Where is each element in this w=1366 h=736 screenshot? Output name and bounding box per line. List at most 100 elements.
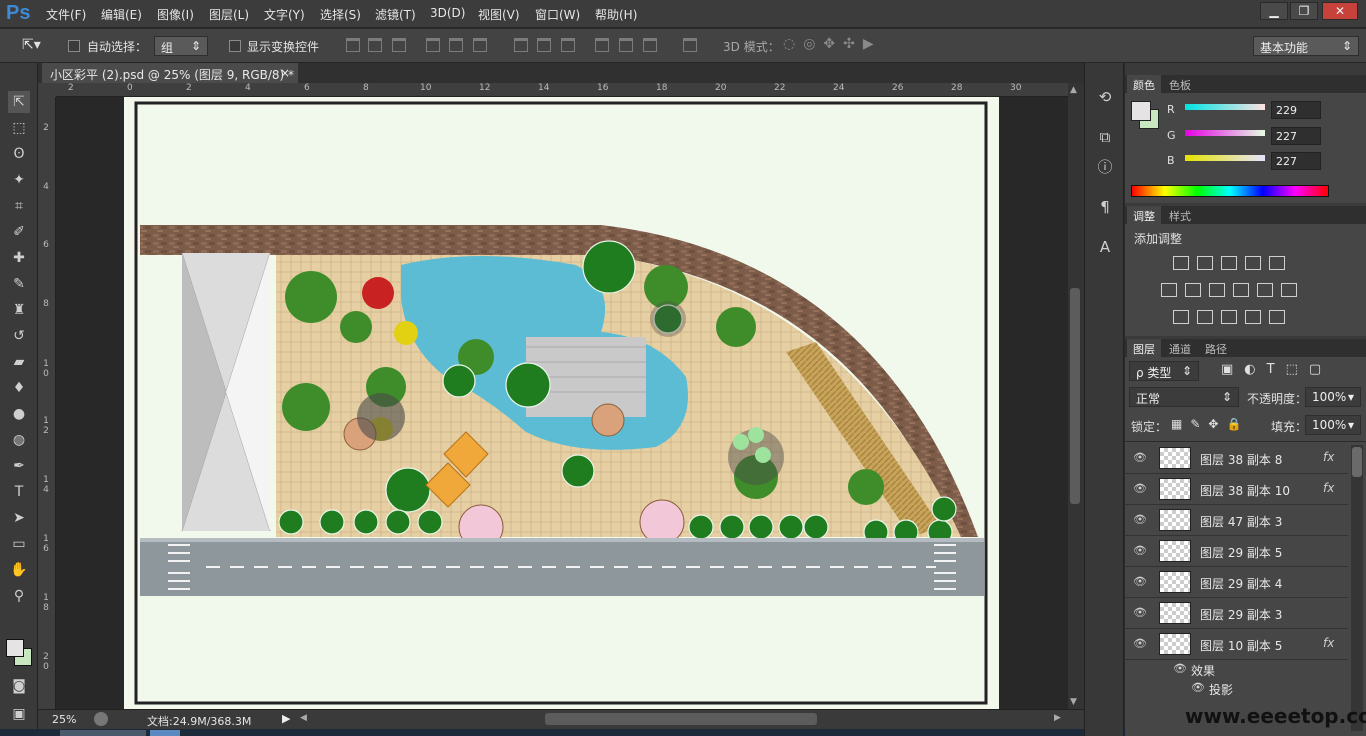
layer-fx-icon[interactable]: fx [1323, 450, 1334, 464]
tab-color[interactable]: 颜色 [1127, 75, 1161, 93]
adjustment-icon[interactable] [1269, 256, 1285, 270]
menu-item-3[interactable]: 图层(L) [209, 6, 249, 23]
layer-fx-icon[interactable]: fx [1323, 636, 1334, 650]
layer-row[interactable]: 👁 图层 47 副本 3 [1125, 505, 1348, 536]
history-icon[interactable]: ⟲ [1095, 87, 1115, 107]
horizontal-scroll-thumb[interactable] [545, 713, 817, 725]
align-icon[interactable] [392, 38, 406, 52]
channel-r-slider[interactable] [1185, 104, 1265, 110]
scroll-left-icon[interactable]: ◀ [300, 713, 307, 723]
status-info-icon[interactable] [94, 712, 108, 726]
opacity-input[interactable]: 100% ▾ [1305, 387, 1361, 407]
adjustment-icon[interactable] [1197, 310, 1213, 324]
effect-eye-icon[interactable]: 👁 [1191, 681, 1205, 694]
effect-eye-icon[interactable]: 👁 [1173, 662, 1187, 675]
zoom-level[interactable]: 25% [52, 713, 76, 726]
menu-item-5[interactable]: 选择(S) [320, 6, 361, 23]
menu-item-0[interactable]: 文件(F) [46, 6, 86, 23]
layer-name[interactable]: 图层 29 副本 4 [1200, 575, 1282, 592]
menu-item-4[interactable]: 文字(Y) [264, 6, 305, 23]
align-icon[interactable] [643, 38, 657, 52]
foreground-color-swatch[interactable] [1131, 101, 1151, 121]
adjustment-icon[interactable] [1257, 283, 1273, 297]
visibility-eye-icon[interactable]: 👁 [1133, 482, 1147, 496]
show-transform-checkbox[interactable] [229, 40, 241, 52]
history-brush-icon[interactable]: ↺ [8, 325, 30, 347]
workspace-dropdown[interactable]: 基本功能 ⇕ [1253, 36, 1359, 56]
adjustment-icon[interactable] [1245, 256, 1261, 270]
taskbar-item[interactable] [60, 730, 146, 736]
channel-g-slider[interactable] [1185, 130, 1265, 136]
channel-r-value[interactable]: 229 [1271, 101, 1321, 119]
adjustment-icon[interactable] [1245, 310, 1261, 324]
layer-row[interactable]: 👁 图层 29 副本 5 [1125, 536, 1348, 567]
layers-scrollbar[interactable] [1351, 445, 1363, 731]
align-icon[interactable] [346, 38, 360, 52]
adjustment-icon[interactable] [1161, 283, 1177, 297]
restore-button[interactable]: ❐ [1290, 2, 1318, 20]
stamp-tool-icon[interactable]: ♜ [8, 299, 30, 321]
visibility-eye-icon[interactable]: 👁 [1133, 637, 1147, 651]
hand-tool-icon[interactable]: ✋ [8, 559, 30, 581]
layer-filter-icons[interactable]: ▣◐T⬚▢ [1221, 362, 1332, 377]
close-button[interactable]: ✕ [1322, 2, 1358, 20]
visibility-eye-icon[interactable]: 👁 [1133, 513, 1147, 527]
visibility-eye-icon[interactable]: 👁 [1133, 575, 1147, 589]
dodge-tool-icon[interactable]: ◍ [8, 429, 30, 451]
layer-name[interactable]: 图层 38 副本 10 [1200, 482, 1290, 499]
align-icon[interactable] [449, 38, 463, 52]
menu-item-2[interactable]: 图像(I) [157, 6, 194, 23]
move-tool-preset-icon[interactable]: ⇱▾ [22, 37, 41, 53]
align-icon[interactable] [514, 38, 528, 52]
layer-name[interactable]: 图层 29 副本 5 [1200, 544, 1282, 561]
menu-item-7[interactable]: 3D(D) [430, 6, 465, 20]
color-spectrum-bar[interactable] [1131, 185, 1329, 197]
brush-tool-icon[interactable]: ✎ [8, 273, 30, 295]
align-icon[interactable] [683, 38, 697, 52]
healing-brush-icon[interactable]: ✚ [8, 247, 30, 269]
channel-g-value[interactable]: 227 [1271, 127, 1321, 145]
tab-paths[interactable]: 路径 [1199, 339, 1233, 357]
layer-effects-label-row[interactable]: 👁 效果 [1125, 660, 1348, 679]
channel-b-slider[interactable] [1185, 155, 1265, 161]
document-tab-close-icon[interactable]: × [280, 66, 290, 80]
character-icon[interactable]: A [1095, 237, 1115, 257]
shape-tool-icon[interactable]: ▭ [8, 533, 30, 555]
move-tool-icon[interactable]: ⇱ [8, 91, 30, 113]
menu-item-10[interactable]: 帮助(H) [595, 6, 637, 23]
tab-layers[interactable]: 图层 [1127, 339, 1161, 357]
crop-tool-icon[interactable]: ⌗ [8, 195, 30, 217]
menu-item-1[interactable]: 编辑(E) [101, 6, 142, 23]
zoom-tool-icon[interactable]: ⚲ [8, 585, 30, 607]
canvas-area[interactable] [56, 97, 1068, 709]
visibility-eye-icon[interactable]: 👁 [1133, 544, 1147, 558]
auto-select-checkbox[interactable] [68, 40, 80, 52]
layer-row[interactable]: 👁 图层 10 副本 5 fx [1125, 629, 1348, 660]
adjustment-icon[interactable] [1197, 256, 1213, 270]
eyedropper-icon[interactable]: ✐ [8, 221, 30, 243]
blend-mode-dropdown[interactable]: 正常 ⇕ [1129, 387, 1239, 407]
layer-row[interactable]: 👁 图层 29 副本 3 [1125, 598, 1348, 629]
eraser-icon[interactable]: ▰ [8, 351, 30, 373]
paint-bucket-icon[interactable]: ♦ [8, 377, 30, 399]
document-tab[interactable]: 小区彩平 (2).psd @ 25% (图层 9, RGB/8) * × [42, 63, 298, 83]
blur-tool-icon[interactable]: ● [8, 403, 30, 425]
path-select-icon[interactable]: ➤ [8, 507, 30, 529]
visibility-eye-icon[interactable]: 👁 [1133, 451, 1147, 465]
layer-name[interactable]: 图层 29 副本 3 [1200, 606, 1282, 623]
menu-item-9[interactable]: 窗口(W) [535, 6, 580, 23]
layer-name[interactable]: 图层 47 副本 3 [1200, 513, 1282, 530]
auto-select-dropdown[interactable]: 组 ⇕ [154, 36, 208, 56]
tab-channels[interactable]: 通道 [1163, 339, 1197, 357]
lock-icons[interactable]: ▦✎✥🔒 [1171, 417, 1249, 431]
adjustment-icon[interactable] [1233, 283, 1249, 297]
align-icon[interactable] [537, 38, 551, 52]
scroll-down-icon[interactable]: ▼ [1070, 697, 1077, 707]
ruler-origin[interactable] [38, 83, 56, 97]
layer-filter-dropdown[interactable]: ρ 类型 ⇕ [1129, 361, 1199, 381]
channel-b-value[interactable]: 227 [1271, 152, 1321, 170]
tool-foreground-swatch[interactable] [6, 639, 24, 657]
align-icon[interactable] [619, 38, 633, 52]
scroll-up-icon[interactable]: ▲ [1070, 85, 1077, 95]
align-icon[interactable] [561, 38, 575, 52]
